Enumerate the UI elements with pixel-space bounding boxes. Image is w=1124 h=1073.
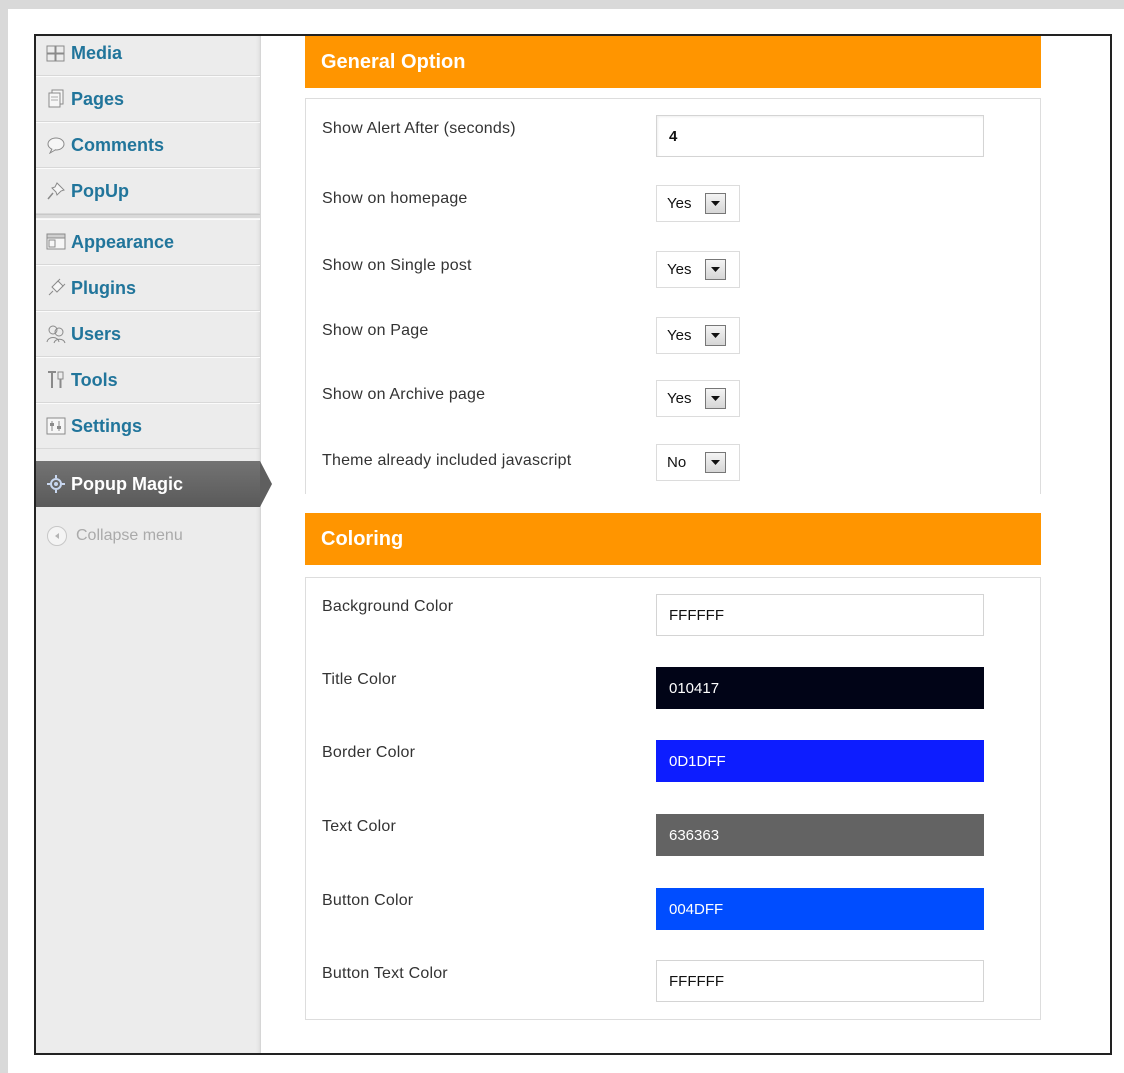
sidebar-item-label: Comments [71, 134, 165, 155]
text-color-input[interactable]: 636363 [656, 814, 984, 856]
appearance-icon [45, 232, 67, 252]
dropdown-arrow-icon [705, 388, 726, 409]
button-text-color-input[interactable]: FFFFFF [656, 960, 984, 1002]
comments-icon [45, 135, 67, 155]
admin-screen: Media Pages Comments PopUp Appearance Pl… [34, 34, 1112, 1055]
button-text-color-label: Button Text Color [322, 965, 448, 982]
sidebar-item-popup-magic[interactable]: Popup Magic [36, 461, 260, 507]
dropdown-arrow-icon [705, 325, 726, 346]
sidebar-item-label: Tools [71, 369, 118, 390]
border-color-input[interactable]: 0D1DFF [656, 740, 984, 782]
coloring-header: Coloring [305, 513, 1041, 565]
dropdown-arrow-icon [705, 452, 726, 473]
general-option-header: General Option [305, 36, 1041, 88]
archive-page-label: Show on Archive page [322, 386, 486, 403]
border-color-label: Border Color [322, 744, 416, 761]
sidebar-item-label: Settings [71, 415, 143, 436]
select-value: No [667, 454, 687, 471]
sidebar-item-plugins[interactable]: Plugins [36, 265, 260, 311]
tools-icon [45, 370, 67, 390]
select-value: Yes [667, 390, 692, 407]
sidebar-item-label: Appearance [71, 231, 175, 252]
users-icon [45, 324, 67, 344]
alert-after-label: Show Alert After (seconds) [322, 120, 516, 137]
sidebar-item-comments[interactable]: Comments [36, 122, 260, 168]
sidebar-item-label: Media [71, 42, 123, 63]
collapse-arrow-icon [47, 526, 67, 546]
sidebar-item-label: PopUp [71, 180, 129, 201]
pushpin-icon [45, 181, 67, 201]
sidebar-item-label: Popup Magic [71, 473, 183, 494]
title-color-label: Title Color [322, 671, 397, 688]
theme-js-label: Theme already included javascript [322, 452, 572, 469]
select-value: Yes [667, 261, 692, 278]
theme-js-select[interactable]: No [656, 444, 740, 481]
button-color-label: Button Color [322, 892, 414, 909]
homepage-label: Show on homepage [322, 190, 468, 207]
admin-sidebar: Media Pages Comments PopUp Appearance Pl… [36, 36, 261, 1053]
media-icon [45, 43, 67, 63]
section-title: General Option [321, 50, 466, 73]
button-color-input[interactable]: 004DFF [656, 888, 984, 930]
settings-icon [45, 416, 67, 436]
sidebar-item-tools[interactable]: Tools [36, 357, 260, 403]
title-color-input[interactable]: 010417 [656, 667, 984, 709]
sidebar-item-users[interactable]: Users [36, 311, 260, 357]
sidebar-item-media[interactable]: Media [36, 36, 260, 76]
collapse-menu-label: Collapse menu [76, 527, 183, 544]
page-label: Show on Page [322, 322, 429, 339]
sidebar-item-popup[interactable]: PopUp [36, 168, 260, 214]
section-title: Coloring [321, 527, 404, 550]
text-color-label: Text Color [322, 818, 397, 835]
sidebar-item-label: Pages [71, 88, 125, 109]
dropdown-arrow-icon [705, 193, 726, 214]
collapse-menu-button[interactable]: Collapse menu [36, 518, 260, 554]
homepage-select[interactable]: Yes [656, 185, 740, 222]
pages-icon [45, 89, 67, 109]
sidebar-item-appearance[interactable]: Appearance [36, 219, 260, 265]
plugins-icon [45, 278, 67, 298]
archive-page-select[interactable]: Yes [656, 380, 740, 417]
general-option-panel [305, 98, 1041, 494]
dropdown-arrow-icon [705, 259, 726, 280]
single-post-label: Show on Single post [322, 257, 472, 274]
sidebar-item-label: Plugins [71, 277, 137, 298]
sidebar-item-settings[interactable]: Settings [36, 403, 260, 449]
coloring-panel [305, 577, 1041, 1020]
background-color-label: Background Color [322, 598, 454, 615]
select-value: Yes [667, 327, 692, 344]
active-indicator-arrow [260, 461, 272, 507]
select-value: Yes [667, 195, 692, 212]
sidebar-item-pages[interactable]: Pages [36, 76, 260, 122]
page-select[interactable]: Yes [656, 317, 740, 354]
gear-icon [45, 474, 67, 494]
alert-after-input[interactable]: 4 [656, 115, 984, 157]
background-color-input[interactable]: FFFFFF [656, 594, 984, 636]
sidebar-item-label: Users [71, 323, 122, 344]
single-post-select[interactable]: Yes [656, 251, 740, 288]
